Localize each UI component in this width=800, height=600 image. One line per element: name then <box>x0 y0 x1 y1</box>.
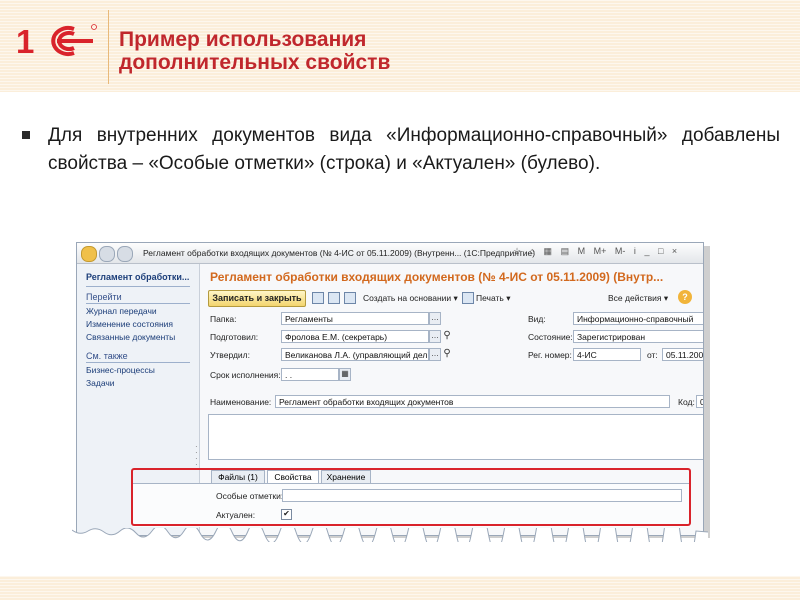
date-field[interactable]: 05.11.2009 <box>662 348 703 361</box>
save-icon[interactable] <box>312 292 324 304</box>
back-icon[interactable] <box>99 246 115 262</box>
torn-edge <box>72 528 708 542</box>
copy-icon[interactable] <box>328 292 340 304</box>
print-menu[interactable]: Печать ▾ <box>476 293 511 304</box>
1c-logo: 1 <box>16 23 97 60</box>
kind-label: Вид: <box>528 314 546 324</box>
help-icon[interactable]: ? <box>678 290 692 304</box>
state-field[interactable]: Зарегистрирован <box>573 330 703 343</box>
home-icon[interactable]: ⌂ <box>530 246 535 256</box>
sidebar-divider <box>86 286 190 287</box>
maximize-icon[interactable]: □ <box>658 246 663 256</box>
reg-number-label: Рег. номер: <box>528 350 572 360</box>
slide-footer <box>0 576 800 600</box>
sidebar-resize-handle[interactable]: · · · · <box>195 443 198 469</box>
document-title: Регламент обработки входящих документов … <box>210 270 664 284</box>
sidebar-item-transfer-journal[interactable]: Журнал передачи <box>86 306 157 316</box>
calendar-icon[interactable]: ▦ <box>544 246 553 256</box>
sidebar-goto-header: Перейти <box>86 292 122 302</box>
close-icon[interactable]: × <box>672 246 677 256</box>
deadline-field[interactable]: . . <box>281 368 339 381</box>
sidebar-see-also-header: См. также <box>86 351 128 361</box>
calculator-icon[interactable]: ▤ <box>561 246 570 256</box>
app-menu-icon[interactable] <box>81 246 97 262</box>
name-field[interactable]: Регламент обработки входящих документов <box>275 395 670 408</box>
sidebar-divider <box>86 362 190 363</box>
all-actions-label: Все действия <box>608 293 662 303</box>
memory-plus-icon[interactable]: M+ <box>594 246 607 256</box>
highlight-frame <box>131 468 691 526</box>
prepared-by-label: Подготовил: <box>210 332 259 342</box>
minimize-icon[interactable]: _ <box>644 246 649 256</box>
create-based-on-label: Создать на основании <box>363 293 452 303</box>
prepared-by-select-button[interactable]: … <box>429 330 441 343</box>
code-label: Код: <box>678 397 695 407</box>
all-actions-menu[interactable]: Все действия ▾ <box>608 293 668 304</box>
approved-by-select-button[interactable]: … <box>429 348 441 361</box>
sidebar-item-state-change[interactable]: Изменение состояния <box>86 319 173 329</box>
sidebar-item-related-docs[interactable]: Связанные документы <box>86 332 175 342</box>
save-and-close-button[interactable]: Записать и закрыть <box>208 290 306 307</box>
memory-minus-icon[interactable]: M- <box>615 246 626 256</box>
prepared-by-field[interactable]: Фролова Е.М. (секретарь) <box>281 330 429 343</box>
sidebar-title[interactable]: Регламент обработки... <box>86 272 189 282</box>
search-icon[interactable]: ⚲ <box>441 330 453 343</box>
star-icon[interactable]: ☆ <box>513 246 521 256</box>
sidebar-divider <box>86 303 190 304</box>
approved-by-field[interactable]: Великанова Л.А. (управляющий дел <box>281 348 429 361</box>
bullet-text: Для внутренних документов вида «Информац… <box>48 125 780 174</box>
sidebar-item-business-processes[interactable]: Бизнес-процессы <box>86 365 155 375</box>
calendar-icon[interactable]: ▦ <box>339 368 351 381</box>
window-title: Регламент обработки входящих документов … <box>143 248 536 258</box>
form-toolbar: Записать и закрыть Создать на основании … <box>208 289 694 307</box>
printer-icon[interactable] <box>462 292 474 304</box>
date-label: от: <box>647 350 658 360</box>
folder-field[interactable]: Регламенты <box>281 312 429 325</box>
svg-text:1: 1 <box>16 23 34 60</box>
code-field[interactable]: 000000004 <box>696 395 703 408</box>
sidebar-item-tasks[interactable]: Задачи <box>86 378 115 388</box>
header-divider <box>108 10 109 84</box>
create-based-on-menu[interactable]: Создать на основании ▾ <box>363 293 458 304</box>
search-icon[interactable]: ⚲ <box>441 348 453 361</box>
kind-field[interactable]: Информационно-справочный <box>573 312 703 325</box>
folder-label: Папка: <box>210 314 237 324</box>
info-icon[interactable]: i <box>634 246 636 256</box>
memory-icon[interactable]: M <box>578 246 586 256</box>
slide-title: Пример использования дополнительных свой… <box>119 28 390 74</box>
print-label: Печать <box>476 293 504 303</box>
approved-by-label: Утвердил: <box>210 350 251 360</box>
slide-header: 1 Пример использования дополнительных св… <box>0 0 800 92</box>
state-label: Состояние: <box>528 332 573 342</box>
deadline-label: Срок исполнения: <box>210 370 281 380</box>
window-toolbar-icons: ☆ ⌂ ▦ ▤ M M+ M- i _ □ × <box>513 246 683 257</box>
description-textarea[interactable] <box>208 414 703 460</box>
bullet-marker <box>22 131 30 139</box>
folder-select-button[interactable]: … <box>429 312 441 325</box>
post-icon[interactable] <box>344 292 356 304</box>
slide-title-line-2: дополнительных свойств <box>119 51 391 74</box>
name-label: Наименование: <box>210 397 272 407</box>
window-titlebar: Регламент обработки входящих документов … <box>77 243 703 264</box>
forward-icon[interactable] <box>117 246 133 262</box>
reg-number-field[interactable]: 4-ИС <box>573 348 641 361</box>
slide-title-line-1: Пример использования <box>119 28 367 51</box>
